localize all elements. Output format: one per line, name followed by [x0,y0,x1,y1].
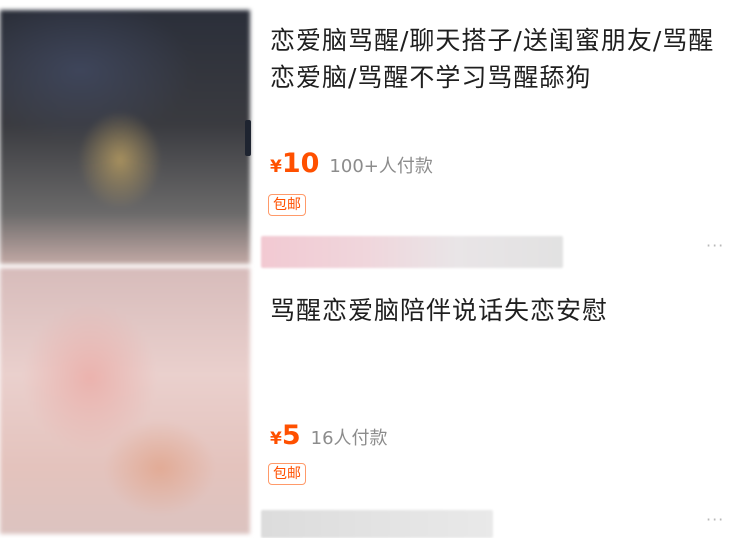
product-card-1[interactable]: 恋爱脑骂醒/聊天搭子/送闺蜜朋友/骂醒恋爱脑/骂醒不学习骂醒舔狗 ¥ 10 10… [0,0,734,268]
price-row: ¥ 10 100+人付款 [270,148,433,179]
shop-name-bar[interactable] [261,236,563,268]
sales-count: 100+人付款 [329,156,433,177]
product-image[interactable] [0,268,250,534]
currency-symbol: ¥ [270,429,282,449]
price-row: ¥ 5 16人付款 [270,420,388,451]
price-value: 5 [281,420,301,451]
free-shipping-badge: 包邮 [268,194,306,216]
shop-name-bar[interactable] [261,510,493,538]
currency-symbol: ¥ [270,157,282,177]
product-image[interactable] [0,10,250,264]
product-title[interactable]: 骂醒恋爱脑陪伴说话失恋安慰 [270,292,730,329]
free-shipping-badge: 包邮 [268,463,306,485]
product-title[interactable]: 恋爱脑骂醒/聊天搭子/送闺蜜朋友/骂醒恋爱脑/骂醒不学习骂醒舔狗 [270,22,730,96]
more-icon[interactable]: ··· [706,510,724,529]
sales-count: 16人付款 [310,428,388,449]
price-value: 10 [281,148,320,179]
more-icon[interactable]: ··· [706,236,724,255]
image-edge-divider [245,120,251,156]
product-card-2[interactable]: 骂醒恋爱脑陪伴说话失恋安慰 ¥ 5 16人付款 包邮 ··· [0,268,734,538]
